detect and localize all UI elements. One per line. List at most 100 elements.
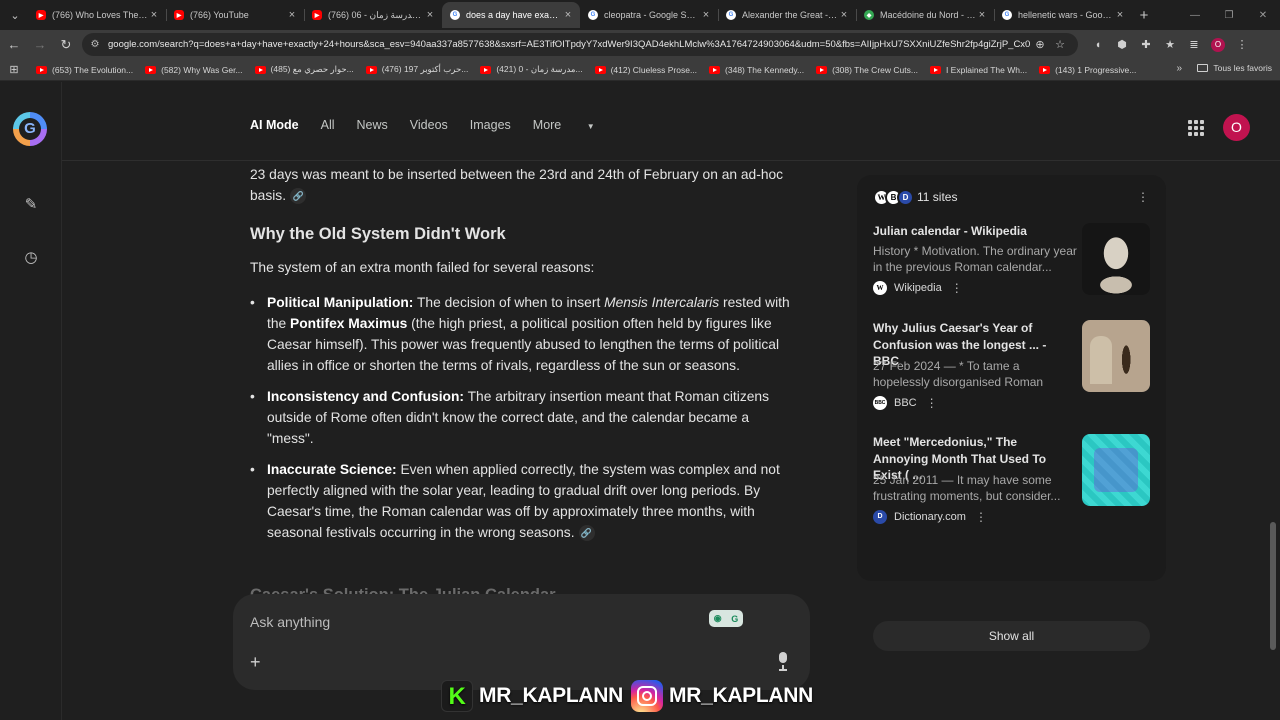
extension-audio-icon[interactable]: ◖ xyxy=(1086,39,1110,51)
sources-count: 11 sites xyxy=(917,190,958,204)
youtube-icon xyxy=(929,65,941,74)
minimize-icon[interactable]: — xyxy=(1178,10,1212,21)
history-icon[interactable]: ◷ xyxy=(21,248,41,268)
apps-grid-icon[interactable]: ⊞ xyxy=(6,63,22,76)
google-apps-icon[interactable] xyxy=(1188,120,1204,136)
more-options-icon[interactable]: ⋮ xyxy=(975,510,987,524)
browser-menu-icon[interactable]: ⋮ xyxy=(1230,38,1254,51)
sources-header[interactable]: W B D 11 sites xyxy=(873,187,957,207)
all-bookmarks-folder[interactable]: Tous les favoris xyxy=(1197,63,1272,73)
bookmark-item[interactable]: (485) حوار حصري مع... xyxy=(254,64,354,75)
new-tab-icon[interactable]: + xyxy=(1132,7,1156,24)
google-ai-mode-logo[interactable]: G xyxy=(13,112,47,146)
paragraph: 23 days was meant to be inserted between… xyxy=(250,167,784,205)
back-icon[interactable]: ← xyxy=(2,33,26,57)
tab-ai-mode[interactable]: AI Mode xyxy=(250,118,299,132)
youtube-icon: ▶ xyxy=(312,10,322,20)
tab-title: (766) YouTube xyxy=(190,10,249,20)
reading-list-icon[interactable]: ≣ xyxy=(1182,38,1206,51)
reasons-list: Political Manipulation: The decision of … xyxy=(250,292,795,543)
extension-shield-icon[interactable]: ⬢ xyxy=(1110,38,1134,51)
youtube-icon xyxy=(709,65,721,74)
reload-icon[interactable]: ↻ xyxy=(54,33,78,57)
bookmark-item[interactable]: (308) The Crew Cuts... xyxy=(816,65,918,75)
bookmark-item[interactable]: (143) 1 Progressive... xyxy=(1039,65,1136,75)
youtube-icon xyxy=(480,65,492,74)
tab-search-icon[interactable]: ⌄ xyxy=(2,2,28,28)
forward-icon[interactable]: → xyxy=(28,33,52,57)
list-item: Inaccurate Science: Even when applied co… xyxy=(250,459,795,543)
show-all-button[interactable]: Show all xyxy=(873,621,1150,651)
close-tab-icon[interactable]: × xyxy=(424,9,436,21)
browser-tab[interactable]: ◆ Macédoine du Nord - Go × xyxy=(856,2,994,28)
browser-tab[interactable]: G hellenetic wars - Google S × xyxy=(994,2,1132,28)
tab-title: (766) مدرسة زمان - 06 (da xyxy=(328,9,424,20)
tab-news[interactable]: News xyxy=(357,118,388,132)
source-snippet: 27 Feb 2024 — * To tame a hopelessly dis… xyxy=(873,359,1044,389)
add-attachment-icon[interactable]: + xyxy=(250,652,261,673)
source-site: W Wikipedia ⋮ xyxy=(873,281,963,295)
bookmark-item[interactable]: (476) حرب أكتوبر 197... xyxy=(365,64,468,75)
tab-videos[interactable]: Videos xyxy=(410,118,448,132)
more-options-icon[interactable]: ⋮ xyxy=(1137,189,1149,205)
bookmark-item[interactable]: (421) مدرسة زمان - 0... xyxy=(480,64,583,75)
zoom-icon[interactable]: ⊕ xyxy=(1030,38,1050,51)
close-tab-icon[interactable]: × xyxy=(1114,9,1126,21)
browser-tab-active[interactable]: G does a day have exactly 2 × xyxy=(442,2,580,28)
close-tab-icon[interactable]: × xyxy=(562,9,574,21)
citation-link-icon[interactable]: 🔗 xyxy=(290,188,307,205)
browser-tab[interactable]: ▶ (766) مدرسة زمان - 06 (da × xyxy=(304,2,442,28)
source-card[interactable]: Why Julius Caesar's Year of Confusion wa… xyxy=(873,320,1150,420)
list-item: Political Manipulation: The decision of … xyxy=(250,292,795,376)
browser-tab[interactable]: ▶ (766) Who Loves The Sun × xyxy=(28,2,166,28)
source-title[interactable]: Julian calendar - Wikipedia xyxy=(873,223,1073,240)
ask-input[interactable]: Ask anything xyxy=(250,614,330,630)
browser-tab[interactable]: G cleopatra - Google Search × xyxy=(580,2,718,28)
bbc-icon: BBC xyxy=(873,396,887,410)
close-tab-icon[interactable]: × xyxy=(838,9,850,21)
url-text[interactable]: google.com/search?q=does+a+day+have+exac… xyxy=(108,39,1030,50)
address-bar[interactable]: ⚙ google.com/search?q=does+a+day+have+ex… xyxy=(82,33,1078,56)
ai-answer: 23 days was meant to be inserted between… xyxy=(250,164,795,553)
source-card[interactable]: Julian calendar - Wikipedia History * Mo… xyxy=(873,223,1150,323)
restore-icon[interactable]: ❐ xyxy=(1212,10,1246,21)
bookmarks-icon[interactable]: ★ xyxy=(1158,38,1182,51)
account-avatar[interactable]: O xyxy=(1223,114,1250,141)
tab-more[interactable]: More ▼ xyxy=(533,118,617,132)
close-tab-icon[interactable]: × xyxy=(148,9,160,21)
left-rail: G ✎ ◷ xyxy=(0,82,62,720)
source-card[interactable]: Meet "Mercedonius," The Annoying Month T… xyxy=(873,434,1150,534)
bookmark-star-icon[interactable]: ☆ xyxy=(1050,38,1070,51)
microphone-icon[interactable] xyxy=(776,650,790,672)
bookmarks-overflow-icon[interactable]: » xyxy=(1176,63,1182,74)
tab-all[interactable]: All xyxy=(321,118,335,132)
extensions-puzzle-icon[interactable]: ✚ xyxy=(1134,38,1158,51)
bookmark-item[interactable]: (582) Why Was Ger... xyxy=(145,65,243,75)
citation-link-icon[interactable]: 🔗 xyxy=(578,525,595,542)
kick-logo-icon: K xyxy=(441,680,473,712)
site-info-icon[interactable]: ⚙ xyxy=(88,38,102,52)
more-options-icon[interactable]: ⋮ xyxy=(951,281,963,295)
bookmark-item[interactable]: (348) The Kennedy... xyxy=(709,65,804,75)
close-tab-icon[interactable]: × xyxy=(976,9,988,21)
lens-badge-icon[interactable]: ◉ G xyxy=(709,610,743,627)
more-options-icon[interactable]: ⋮ xyxy=(926,396,938,410)
lens-icon: ◉ xyxy=(713,613,722,623)
browser-tab[interactable]: ▶ (766) YouTube × xyxy=(166,2,304,28)
source-snippet: History * Motivation. The ordinary year … xyxy=(873,244,1077,274)
tab-images[interactable]: Images xyxy=(470,118,511,132)
close-tab-icon[interactable]: × xyxy=(286,9,298,21)
kick-handle: MR_KAPLANN xyxy=(479,684,624,707)
close-window-icon[interactable]: ✕ xyxy=(1246,10,1280,21)
ask-input-box[interactable]: Ask anything ◉ G + xyxy=(233,594,810,690)
bookmark-item[interactable]: (412) Clueless Prose... xyxy=(594,65,697,75)
source-thumbnail xyxy=(1082,434,1150,506)
browser-tab[interactable]: G Alexander the Great - Go × xyxy=(718,2,856,28)
close-tab-icon[interactable]: × xyxy=(700,9,712,21)
google-g-icon: G xyxy=(19,118,41,140)
new-chat-edit-icon[interactable]: ✎ xyxy=(21,195,41,215)
bookmark-item[interactable]: (653) The Evolution... xyxy=(36,65,133,75)
scrollbar-thumb[interactable] xyxy=(1270,522,1276,650)
profile-avatar[interactable]: O xyxy=(1211,37,1225,52)
bookmark-item[interactable]: I Explained The Wh... xyxy=(929,65,1027,75)
